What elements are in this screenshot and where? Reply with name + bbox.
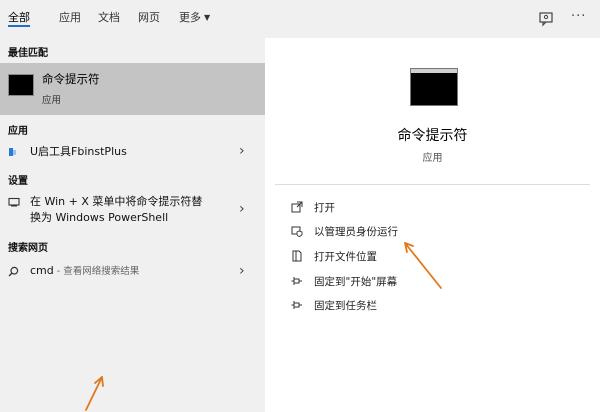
best-match-subtitle: 应用 (42, 95, 62, 106)
results-pane: 最佳匹配 命令提示符 应用 应用 U启工具FbinstPlus › 设置 在 W… (0, 38, 265, 412)
list-item-web-search[interactable]: cmd - 查看网络搜索结果 › (0, 262, 265, 284)
action-pin-start-label: 固定到"开始"屏幕 (314, 276, 398, 288)
list-item-app[interactable]: U启工具FbinstPlus › (0, 142, 265, 164)
action-open[interactable]: 打开 (285, 199, 485, 217)
best-match-header: 最佳匹配 (8, 48, 48, 59)
preview-title: 命令提示符 (397, 128, 468, 144)
open-icon (291, 201, 303, 213)
app-icon (9, 148, 16, 156)
tab-more[interactable]: 更多 ▼ (179, 11, 210, 27)
file-location-icon (292, 250, 302, 262)
best-match-title: 命令提示符 (42, 72, 100, 86)
action-run-as-admin[interactable]: 以管理员身份运行 (285, 223, 485, 241)
action-open-file-location[interactable]: 打开文件位置 (285, 248, 485, 266)
preview-pane: 命令提示符 应用 打开 以管理员身份运行 打开文件位置 固定到"开始"屏幕 固定… (265, 38, 600, 412)
feedback-icon[interactable] (538, 11, 556, 27)
chevron-down-icon: ▼ (204, 13, 211, 22)
setting-item-line2: 换为 Windows PowerShell (30, 211, 169, 224)
tab-all[interactable]: 全部 (8, 11, 30, 27)
divider (275, 184, 590, 185)
titlebar-strip (411, 69, 457, 73)
tab-apps[interactable]: 应用 (59, 11, 81, 27)
chevron-right-icon[interactable]: › (239, 201, 245, 217)
web-item-query: cmd (30, 264, 54, 277)
web-item-hint: - 查看网络搜索结果 (53, 266, 140, 277)
apps-header: 应用 (8, 126, 28, 137)
chevron-right-icon[interactable]: › (239, 263, 245, 279)
preview-subtitle: 应用 (422, 153, 443, 164)
settings-header: 设置 (8, 176, 28, 187)
best-match-result[interactable]: 命令提示符 应用 (0, 63, 265, 115)
search-tab-bar: 全部 应用 文档 网页 更多 ▼ ··· (0, 0, 600, 38)
cmd-app-icon (8, 74, 34, 96)
action-pin-start[interactable]: 固定到"开始"屏幕 (285, 273, 485, 291)
tab-documents[interactable]: 文档 (98, 11, 120, 27)
pin-icon (291, 277, 302, 285)
action-pin-taskbar[interactable]: 固定到任务栏 (285, 297, 485, 315)
app-item-label: U启工具FbinstPlus (30, 145, 127, 158)
web-item-text: cmd - 查看网络搜索结果 (30, 263, 139, 280)
tab-more-label: 更多 (179, 11, 201, 24)
action-open-file-location-label: 打开文件位置 (314, 251, 377, 263)
web-search-header: 搜索网页 (8, 243, 48, 254)
action-run-as-admin-label: 以管理员身份运行 (314, 226, 398, 238)
pin-icon (291, 301, 302, 309)
tab-web[interactable]: 网页 (138, 11, 160, 27)
list-item-setting[interactable]: 在 Win + X 菜单中将命令提示符替 换为 Windows PowerShe… (0, 192, 265, 228)
search-icon (8, 266, 19, 277)
action-pin-taskbar-label: 固定到任务栏 (314, 300, 377, 312)
cmd-large-icon (410, 68, 458, 106)
shield-run-icon (291, 226, 303, 237)
action-open-label: 打开 (314, 202, 335, 214)
setting-item-line1: 在 Win + X 菜单中将命令提示符替 (30, 195, 203, 208)
chevron-right-icon[interactable]: › (239, 143, 245, 159)
settings-display-icon (8, 197, 20, 207)
more-options-icon[interactable]: ··· (571, 9, 586, 24)
